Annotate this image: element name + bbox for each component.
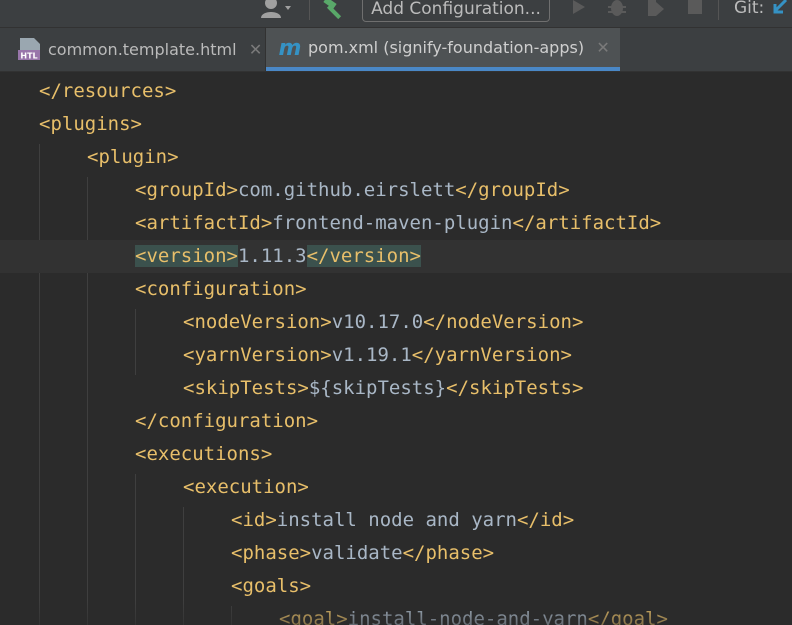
stop-icon[interactable] bbox=[682, 0, 708, 20]
add-configuration-button[interactable]: Add Configuration... bbox=[362, 0, 550, 22]
xml-tag: </goal> bbox=[587, 608, 668, 625]
xml-tag: <plugin> bbox=[87, 146, 179, 168]
xml-tag: <plugins> bbox=[39, 113, 142, 135]
xml-tag: </skipTests> bbox=[446, 377, 584, 399]
xml-tag: <artifactId> bbox=[135, 212, 273, 234]
code-line: <execution> bbox=[0, 471, 792, 504]
xml-tag: <goals> bbox=[231, 575, 312, 597]
xml-tag: <executions> bbox=[135, 443, 273, 465]
xml-tag: <groupId> bbox=[135, 179, 238, 201]
tab-label: pom.xml (signify-foundation-apps) bbox=[308, 38, 585, 57]
git-label: Git: bbox=[734, 0, 765, 18]
xml-tag: <nodeVersion> bbox=[183, 311, 332, 333]
xml-text: com.github.eirslett bbox=[237, 179, 456, 201]
tab-pom-xml[interactable]: m pom.xml (signify-foundation-apps) ✕ bbox=[266, 28, 620, 71]
code-line: <configuration> bbox=[0, 273, 792, 306]
code-line: <id>install node and yarn</id> bbox=[0, 504, 792, 537]
svg-text:HTL: HTL bbox=[20, 51, 37, 60]
code-line: <goals> bbox=[0, 570, 792, 603]
xml-text: v1.19.1 bbox=[331, 344, 412, 366]
toolbar-separator bbox=[309, 0, 310, 20]
svg-text:m: m bbox=[279, 36, 302, 60]
xml-tag: <skipTests> bbox=[183, 377, 309, 399]
xml-tag: </yarnVersion> bbox=[411, 344, 572, 366]
xml-tag: <execution> bbox=[183, 476, 309, 498]
html-file-icon: HTL bbox=[18, 37, 42, 62]
main-toolbar: Add Configuration... Git: bbox=[0, 0, 792, 28]
code-line: <skipTests>${skipTests}</skipTests> bbox=[0, 372, 792, 405]
xml-text: 1.11.3 bbox=[237, 245, 307, 267]
vcs-update-icon[interactable] bbox=[772, 0, 792, 20]
xml-tag: </artifactId> bbox=[512, 212, 662, 234]
user-icon[interactable] bbox=[254, 0, 298, 20]
xml-tag: <goal> bbox=[279, 608, 348, 625]
xml-tag: </groupId> bbox=[455, 179, 570, 201]
xml-tag: <yarnVersion> bbox=[183, 344, 332, 366]
tab-label: common.template.html bbox=[48, 40, 237, 59]
code-line: <executions> bbox=[0, 438, 792, 471]
code-line: <artifactId>frontend-maven-plugin</artif… bbox=[0, 207, 792, 240]
xml-tag: <phase> bbox=[231, 542, 312, 564]
code-line: <groupId>com.github.eirslett</groupId> bbox=[0, 174, 792, 207]
xml-tag-matched: </version> bbox=[306, 245, 421, 267]
code-line: </resources> bbox=[0, 75, 792, 108]
code-line: <goal>install-node-and-yarn</goal> bbox=[0, 603, 792, 625]
xml-text: frontend-maven-plugin bbox=[272, 212, 513, 234]
maven-file-icon: m bbox=[278, 36, 302, 60]
code-line: <plugin> bbox=[0, 141, 792, 174]
close-icon[interactable]: ✕ bbox=[248, 40, 264, 59]
code-line: <plugins> bbox=[0, 108, 792, 141]
xml-text: install-node-and-yarn bbox=[347, 608, 588, 625]
xml-tag: </phase> bbox=[402, 542, 495, 564]
code-line: </configuration> bbox=[0, 405, 792, 438]
run-icon[interactable] bbox=[566, 0, 592, 20]
code-line: <yarnVersion>v1.19.1</yarnVersion> bbox=[0, 339, 792, 372]
code-line-current: <version>1.11.3</version> bbox=[0, 240, 792, 273]
tab-common-template-html[interactable]: HTL common.template.html ✕ bbox=[0, 28, 266, 71]
xml-tag: </nodeVersion> bbox=[423, 311, 584, 333]
xml-text: v10.17.0 bbox=[331, 311, 424, 333]
xml-tag: </id> bbox=[516, 509, 575, 531]
editor-tab-bar: HTL common.template.html ✕ m pom.xml (si… bbox=[0, 28, 792, 72]
code-editor[interactable]: </resources> <plugins> <plugin> <groupId… bbox=[0, 72, 792, 625]
xml-tag: <configuration> bbox=[135, 278, 307, 300]
hammer-icon[interactable] bbox=[318, 0, 348, 20]
close-icon[interactable]: ✕ bbox=[595, 38, 611, 57]
xml-tag: </resources> bbox=[39, 80, 177, 102]
xml-text: ${skipTests} bbox=[308, 377, 447, 399]
xml-text: validate bbox=[311, 542, 403, 564]
xml-text: install node and yarn bbox=[276, 509, 517, 531]
coverage-icon[interactable] bbox=[642, 0, 668, 20]
xml-tag-matched: <version> bbox=[135, 245, 238, 267]
xml-tag: </configuration> bbox=[135, 410, 319, 432]
xml-tag: <id> bbox=[231, 509, 277, 531]
code-line: <nodeVersion>v10.17.0</nodeVersion> bbox=[0, 306, 792, 339]
debug-icon[interactable] bbox=[604, 0, 630, 20]
code-line: <phase>validate</phase> bbox=[0, 537, 792, 570]
toolbar-separator bbox=[718, 0, 719, 20]
